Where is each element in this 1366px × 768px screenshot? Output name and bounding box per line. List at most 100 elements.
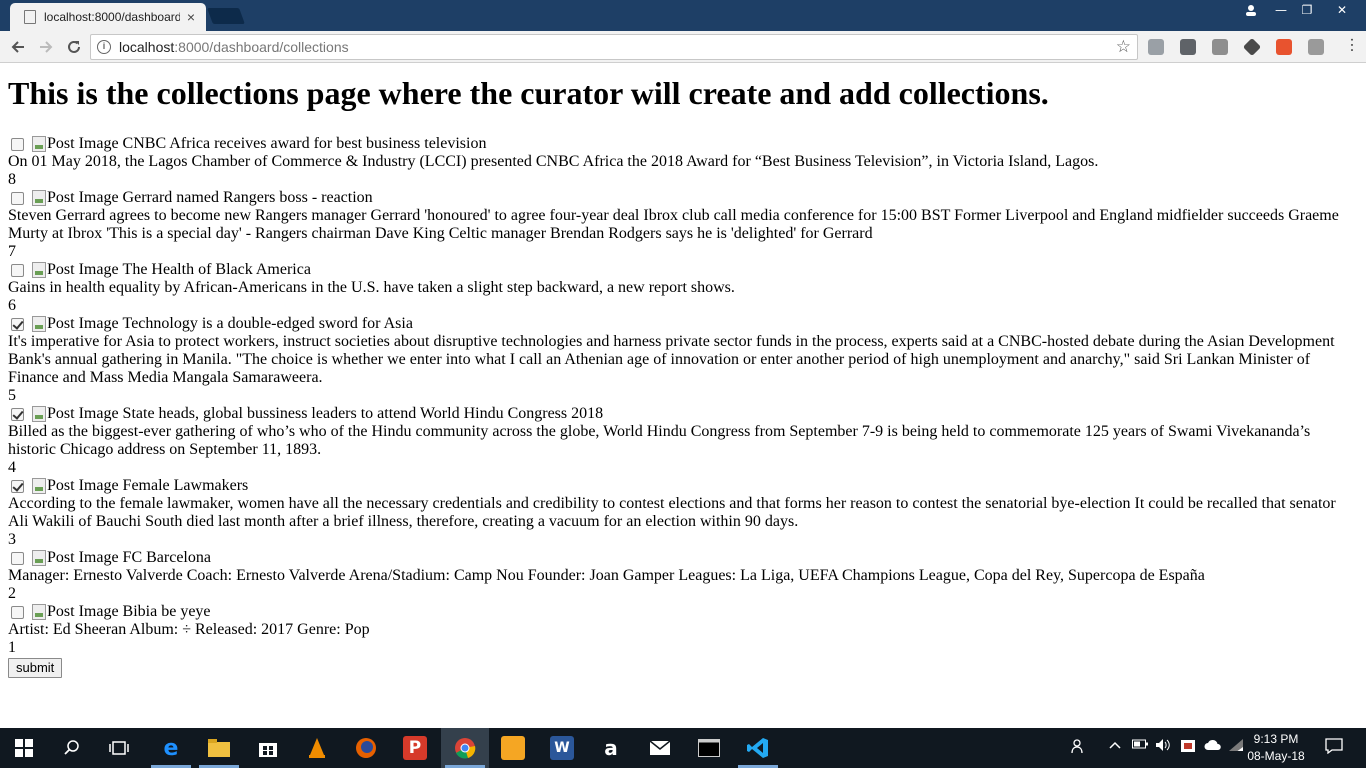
post-image-alt: Post Image (47, 549, 119, 566)
minimize-button[interactable]: — (1268, 0, 1294, 20)
address-bar[interactable]: i localhost:8000/dashboard/collections ☆ (90, 34, 1138, 60)
store-icon[interactable] (256, 736, 280, 760)
post-image: Post Image (32, 603, 119, 621)
post-image: Post Image (32, 477, 119, 495)
extension-icon-5[interactable] (1276, 39, 1292, 55)
search-icon[interactable] (60, 736, 84, 760)
page-title: This is the collections page where the c… (8, 75, 1049, 111)
info-icon[interactable]: i (97, 40, 111, 54)
broken-image-icon (32, 262, 46, 278)
post-title: Bibia be yeye (122, 603, 211, 620)
extension-icon-6[interactable] (1308, 39, 1324, 55)
post-description: Steven Gerrard agrees to become new Rang… (8, 207, 1339, 242)
bookmark-star-icon[interactable]: ☆ (1116, 37, 1131, 57)
post-description: It's imperative for Asia to protect work… (8, 333, 1335, 386)
profile-icon[interactable] (1240, 0, 1262, 20)
tab-title: localhost:8000/dashboard/ (44, 10, 180, 24)
sublime-icon[interactable] (501, 736, 525, 760)
forward-icon[interactable] (34, 35, 58, 59)
post-title: CNBC Africa receives award for best busi… (122, 135, 487, 152)
post-image: Post Image (32, 135, 119, 153)
post-item: Post Image Technology is a double-edged … (8, 315, 1358, 405)
post-title: Female Lawmakers (122, 477, 249, 494)
submit-button[interactable]: submit (8, 658, 63, 678)
post-image-alt: Post Image (47, 405, 119, 422)
post-list: Post Image CNBC Africa receives award fo… (8, 135, 1358, 657)
clock-time: 9:13 PM (1253, 732, 1299, 746)
terminal-icon[interactable] (697, 736, 721, 760)
restore-button[interactable]: ❐ (1294, 0, 1320, 20)
post-description: On 01 May 2018, the Lagos Chamber of Com… (8, 153, 1099, 170)
post-select-checkbox[interactable] (11, 191, 24, 205)
back-icon[interactable] (6, 35, 30, 59)
url-path: :8000/dashboard/collections (174, 39, 349, 55)
post-title: Technology is a double-edged sword for A… (122, 315, 413, 332)
post-header: Post Image Gerrard named Rangers boss - … (8, 189, 1358, 207)
post-select-checkbox[interactable] (11, 263, 24, 277)
post-header: Post Image Technology is a double-edged … (8, 315, 1358, 333)
edge-icon[interactable]: e (159, 736, 183, 761)
file-explorer-icon[interactable] (207, 736, 231, 760)
post-header: Post Image Female Lawmakers (8, 477, 1358, 495)
browser-menu-icon[interactable]: ⋯ (1343, 37, 1362, 53)
post-select-checkbox[interactable] (11, 551, 24, 565)
page-content: This is the collections page where the c… (8, 63, 1358, 678)
people-icon[interactable] (1071, 738, 1087, 758)
vscode-icon[interactable] (746, 736, 770, 760)
word-icon[interactable]: W (550, 736, 574, 760)
app-p-icon[interactable]: P (403, 736, 427, 760)
post-image-alt: Post Image (47, 477, 119, 494)
chrome-icon[interactable] (453, 736, 477, 760)
post-item: Post Image State heads, global bussiness… (8, 405, 1358, 477)
post-select-checkbox[interactable] (11, 137, 24, 151)
battery-icon[interactable] (1132, 738, 1148, 754)
post-select-checkbox[interactable] (11, 317, 24, 331)
close-window-button[interactable]: ✕ (1320, 0, 1364, 20)
post-header: Post Image The Health of Black America (8, 261, 1358, 279)
extension-icon-2[interactable] (1180, 39, 1196, 55)
post-image-alt: Post Image (47, 603, 119, 620)
post-select-checkbox[interactable] (11, 407, 24, 421)
taskbar-clock[interactable]: 9:13 PM 08-May-18 (1246, 731, 1306, 765)
mail-icon[interactable] (648, 736, 672, 760)
extension-icon-1[interactable] (1148, 39, 1164, 55)
new-tab-button[interactable] (207, 8, 245, 24)
post-image: Post Image (32, 189, 119, 207)
close-tab-icon[interactable]: × (184, 9, 198, 25)
post-title: State heads, global bussiness leaders to… (122, 405, 604, 422)
post-title: FC Barcelona (122, 549, 211, 566)
post-title: The Health of Black America (122, 261, 311, 278)
post-image-alt: Post Image (47, 261, 119, 278)
start-icon[interactable] (12, 736, 36, 760)
post-number: 4 (8, 459, 16, 476)
post-item: Post Image Gerrard named Rangers boss - … (8, 189, 1358, 261)
vlc-icon[interactable] (305, 736, 329, 760)
post-description: According to the female lawmaker, women … (8, 495, 1336, 530)
chevron-up-icon[interactable] (1108, 738, 1122, 756)
post-image-alt: Post Image (47, 189, 119, 206)
volume-icon[interactable] (1155, 738, 1171, 756)
url-host: localhost (119, 39, 175, 55)
post-title: Gerrard named Rangers boss - reaction (122, 189, 373, 206)
firefox-icon[interactable] (354, 736, 378, 760)
post-image: Post Image (32, 315, 119, 333)
extension-icon-3[interactable] (1212, 39, 1228, 55)
cloud-sync-icon[interactable] (1204, 738, 1222, 756)
post-select-checkbox[interactable] (11, 479, 24, 493)
post-number: 5 (8, 387, 16, 404)
post-number: 2 (8, 585, 16, 602)
wifi-icon[interactable] (1228, 738, 1244, 756)
security-icon[interactable] (1180, 738, 1196, 758)
reload-icon[interactable] (62, 35, 86, 59)
task-view-icon[interactable] (107, 736, 131, 760)
broken-image-icon (32, 604, 46, 620)
post-header: Post Image Bibia be yeye (8, 603, 1358, 621)
browser-tab[interactable]: localhost:8000/dashboard/ × (10, 3, 206, 31)
post-item: Post Image Female Lawmakers According to … (8, 477, 1358, 549)
broken-image-icon (32, 316, 46, 332)
notification-icon[interactable] (1325, 738, 1343, 758)
amazon-icon[interactable]: a (599, 736, 623, 760)
clock-date: 08-May-18 (1247, 749, 1305, 763)
post-image-alt: Post Image (47, 135, 119, 152)
post-select-checkbox[interactable] (11, 605, 24, 619)
